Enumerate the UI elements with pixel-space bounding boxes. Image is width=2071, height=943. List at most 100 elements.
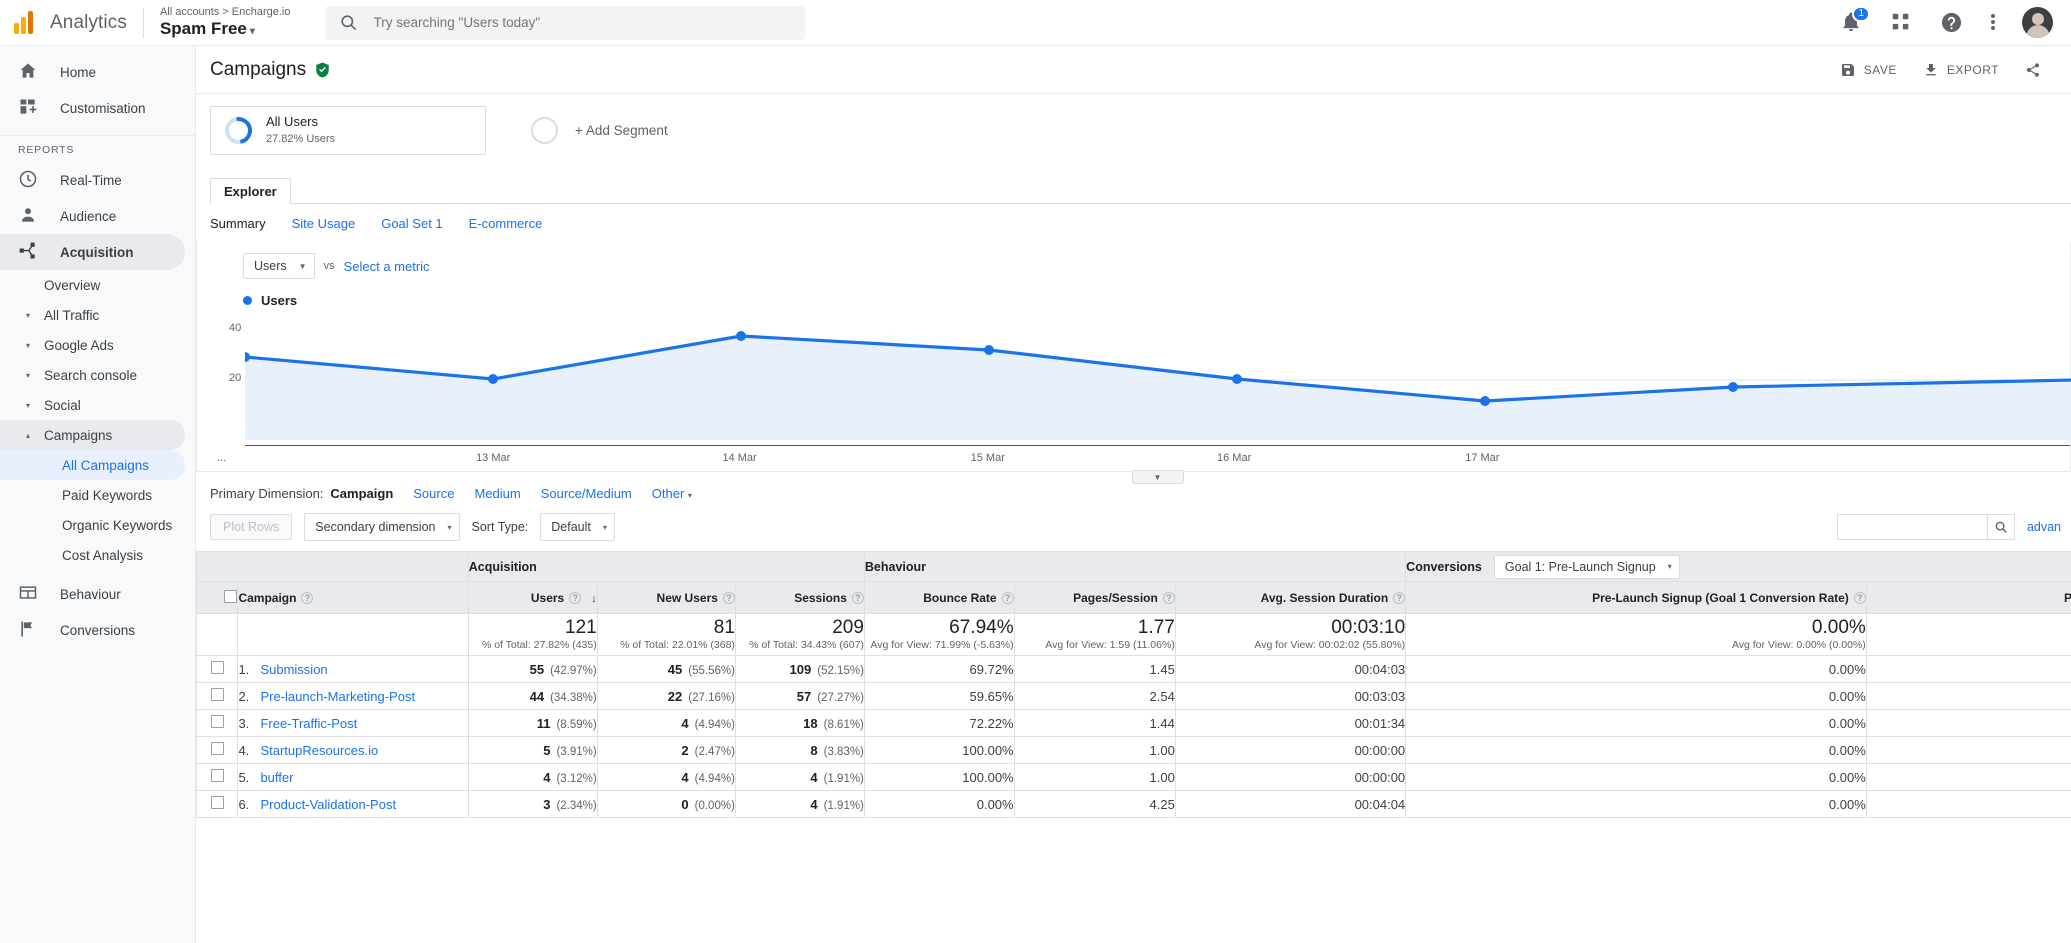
- kebab-menu-icon: [1991, 13, 1995, 30]
- dimension-medium[interactable]: Medium: [474, 486, 520, 501]
- dimension-current[interactable]: Campaign: [330, 486, 393, 501]
- tab-site-usage[interactable]: Site Usage: [292, 216, 356, 231]
- table-row[interactable]: 2. Pre-launch-Marketing-Post 44 (34.38%) 2…: [196, 682, 2071, 710]
- sidebar-item-home[interactable]: Home: [0, 54, 185, 90]
- row-checkbox-cell[interactable]: [196, 736, 239, 764]
- column-goal-conversion-rate[interactable]: Pre-Launch Signup (Goal 1 Conversion Rat…: [1405, 581, 1867, 614]
- tab-summary[interactable]: Summary: [210, 216, 266, 231]
- help-icon[interactable]: ?: [851, 592, 864, 605]
- row-checkbox-cell[interactable]: [196, 790, 239, 818]
- select-metric-link[interactable]: Select a metric: [344, 259, 430, 274]
- advanced-link[interactable]: advan: [2027, 520, 2061, 534]
- table-row[interactable]: 1. Submission 55 (42.97%) 45 (55.56%) 109 (5…: [196, 655, 2071, 683]
- campaign-link[interactable]: Pre-launch-Marketing-Post: [260, 689, 415, 704]
- row-campaign-name: 1. Submission: [237, 655, 469, 683]
- sidebar-item-conversions[interactable]: Conversions: [0, 612, 185, 648]
- column-users[interactable]: Users? ↓: [467, 581, 598, 614]
- sidebar-item-social[interactable]: ▾ Social: [0, 390, 185, 420]
- row-checkbox-cell[interactable]: [196, 682, 239, 710]
- property-name[interactable]: Spam Free ▾: [160, 19, 291, 39]
- table-search-button[interactable]: [1986, 514, 2015, 540]
- secondary-dimension-select[interactable]: Secondary dimension ▾: [304, 513, 460, 541]
- tab-ecommerce[interactable]: E-commerce: [469, 216, 543, 231]
- export-button[interactable]: EXPORT: [1923, 62, 1999, 78]
- row-checkbox[interactable]: [210, 661, 224, 674]
- chart-collapse-handle[interactable]: ▼: [1131, 470, 1184, 484]
- sidebar-item-cost-analysis[interactable]: Cost Analysis: [0, 540, 185, 570]
- add-segment-button[interactable]: + Add Segment: [514, 106, 668, 155]
- sidebar-item-search-console[interactable]: ▾ Search console: [0, 360, 185, 390]
- select-all-header[interactable]: [196, 581, 239, 614]
- dimension-source[interactable]: Source: [413, 486, 454, 501]
- metric-select-value: Users: [254, 259, 287, 273]
- goal-select[interactable]: Goal 1: Pre-Launch Signup ▾: [1493, 554, 1680, 579]
- top-actions: 1: [1840, 5, 2071, 38]
- search-input[interactable]: [371, 14, 791, 31]
- account-selector[interactable]: All accounts > Encharge.io Spam Free ▾: [160, 6, 291, 38]
- sidebar-item-organic-keywords[interactable]: Organic Keywords: [0, 510, 185, 540]
- sidebar-item-acquisition[interactable]: Acquisition: [0, 234, 185, 270]
- sidebar-item-overview[interactable]: Overview: [0, 270, 185, 300]
- segment-all-users[interactable]: All Users 27.82% Users: [210, 106, 486, 155]
- users-line-chart[interactable]: 40 20: [197, 310, 2071, 445]
- column-pages-session[interactable]: Pages/Session?: [1013, 581, 1176, 614]
- help-button[interactable]: [1940, 11, 1964, 35]
- column-avg-session-duration[interactable]: Avg. Session Duration?: [1174, 581, 1407, 614]
- sort-type-select[interactable]: Default ▾: [540, 513, 615, 541]
- search-bar[interactable]: [324, 5, 805, 40]
- row-checkbox[interactable]: [210, 742, 224, 755]
- table-row[interactable]: 4. StartupResources.io 5 (3.91%) 2 (2.47%) …: [196, 736, 2071, 764]
- metric-select[interactable]: Users ▼: [243, 253, 315, 279]
- sidebar-item-google-ads[interactable]: ▾ Google Ads: [0, 330, 185, 360]
- campaign-link[interactable]: Submission: [260, 662, 327, 677]
- sidebar-item-all-traffic[interactable]: ▾ All Traffic: [0, 300, 185, 330]
- sidebar-item-audience[interactable]: Audience: [0, 198, 185, 234]
- table-search-input[interactable]: [1836, 514, 1987, 540]
- column-goal-completions[interactable]: Pre-Launch Signup (Goal 1 Completions)?: [1865, 581, 2071, 614]
- share-button[interactable]: [2025, 62, 2049, 78]
- more-options-button[interactable]: [1990, 11, 1996, 35]
- row-checkbox-cell[interactable]: [196, 655, 239, 683]
- help-icon[interactable]: ?: [569, 592, 582, 605]
- help-icon[interactable]: ?: [1001, 592, 1014, 605]
- tab-goal-set-1[interactable]: Goal Set 1: [381, 216, 442, 231]
- sidebar-item-campaigns[interactable]: ▴ Campaigns: [0, 420, 185, 450]
- sidebar-item-all-campaigns[interactable]: All Campaigns: [0, 450, 185, 480]
- y-tick-20: 20: [229, 372, 242, 384]
- help-icon[interactable]: ?: [1853, 592, 1866, 605]
- help-icon[interactable]: ?: [722, 592, 735, 605]
- dimension-other[interactable]: Other ▾: [652, 486, 692, 501]
- campaign-link[interactable]: Product-Validation-Post: [260, 797, 396, 812]
- dimension-source-medium[interactable]: Source/Medium: [541, 486, 632, 501]
- plot-rows-button[interactable]: Plot Rows: [210, 514, 293, 540]
- notifications-button[interactable]: 1: [1840, 5, 1870, 35]
- column-sessions[interactable]: Sessions?: [734, 581, 865, 614]
- campaign-link[interactable]: buffer: [260, 770, 293, 785]
- apps-button[interactable]: [1890, 11, 1914, 35]
- column-campaign[interactable]: Campaign?: [237, 581, 469, 614]
- column-new-users[interactable]: New Users?: [596, 581, 736, 614]
- help-icon[interactable]: ?: [301, 592, 314, 605]
- table-row[interactable]: 6. Product-Validation-Post 3 (2.34%) 0 (0.0…: [196, 790, 2071, 818]
- column-bounce-rate[interactable]: Bounce Rate?: [863, 581, 1015, 614]
- table-row[interactable]: 5. buffer 4 (3.12%) 4 (4.94%) 4 (1.91%) 100.…: [196, 763, 2071, 791]
- save-button[interactable]: SAVE: [1840, 62, 1897, 78]
- campaign-link[interactable]: Free-Traffic-Post: [260, 716, 357, 731]
- row-checkbox[interactable]: [210, 769, 224, 782]
- sidebar-item-real-time[interactable]: Real-Time: [0, 162, 185, 198]
- avatar[interactable]: [2022, 7, 2053, 38]
- sidebar-item-paid-keywords[interactable]: Paid Keywords: [0, 480, 185, 510]
- row-checkbox[interactable]: [210, 715, 224, 728]
- row-checkbox[interactable]: [210, 688, 224, 701]
- tab-explorer[interactable]: Explorer: [210, 178, 291, 204]
- sidebar-item-behaviour[interactable]: Behaviour: [0, 576, 185, 612]
- help-icon[interactable]: ?: [1393, 592, 1406, 605]
- table-row[interactable]: 3. Free-Traffic-Post 11 (8.59%) 4 (4.94%) 1…: [196, 709, 2071, 737]
- sidebar-item-customisation[interactable]: Customisation: [0, 90, 185, 126]
- select-all-checkbox[interactable]: [224, 589, 238, 603]
- row-checkbox-cell[interactable]: [196, 763, 239, 791]
- help-icon[interactable]: ?: [1162, 592, 1175, 605]
- row-checkbox-cell[interactable]: [196, 709, 239, 737]
- row-checkbox[interactable]: [210, 796, 224, 809]
- campaign-link[interactable]: StartupResources.io: [260, 743, 378, 758]
